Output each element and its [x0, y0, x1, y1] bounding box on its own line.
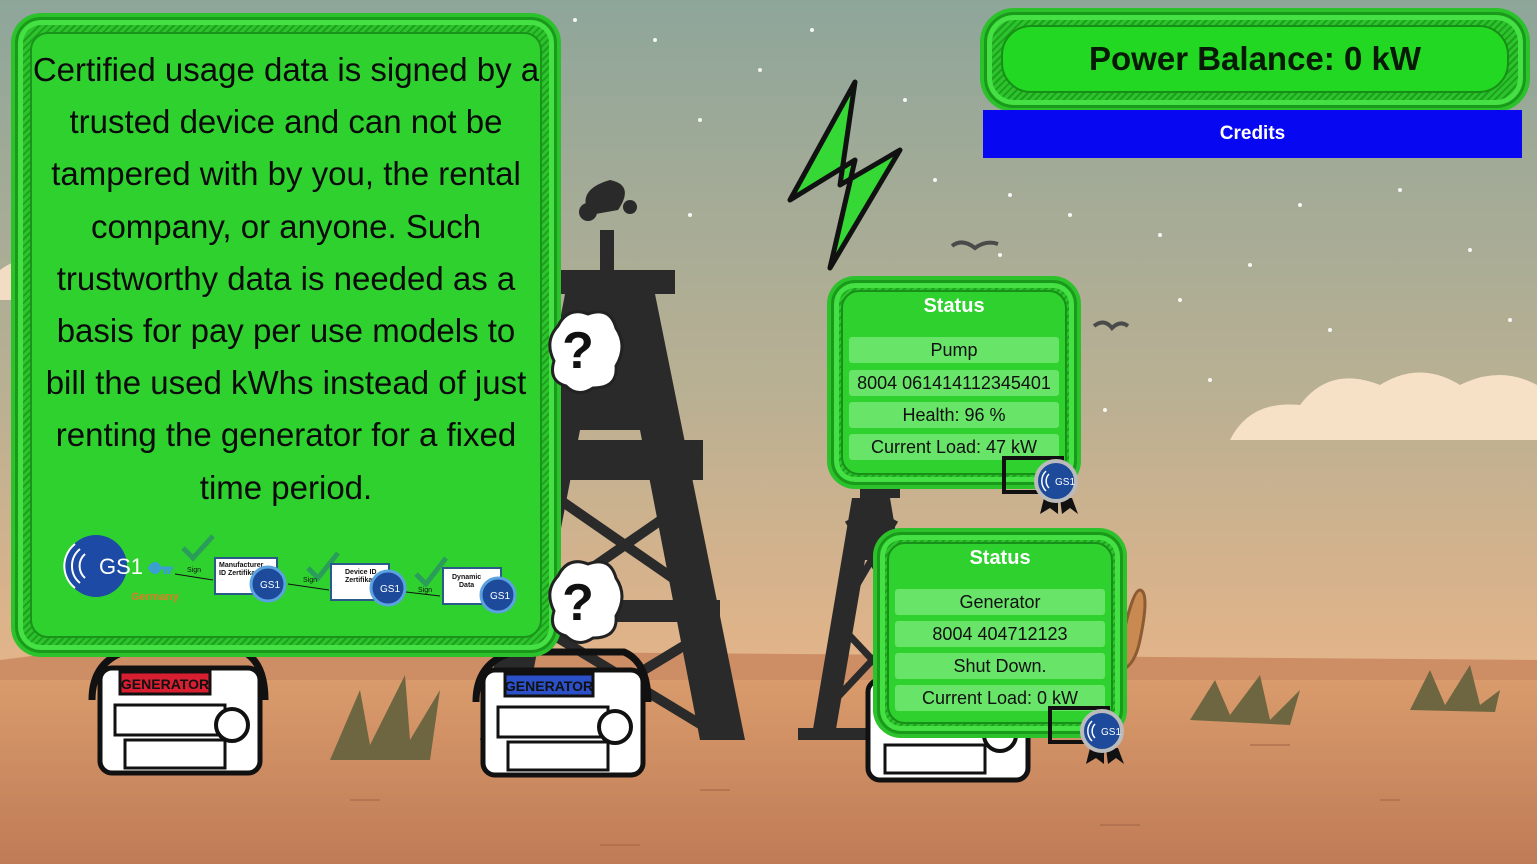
step2-badge-text: GS1	[380, 584, 400, 595]
certificate-badge-icon-generator[interactable]: GS1	[1046, 700, 1128, 766]
info-text: Certified usage data is signed by a trus…	[32, 51, 540, 506]
generator-device-name: Generator	[895, 589, 1105, 615]
generator-left[interactable]: GENERATOR	[88, 646, 269, 776]
generator-label: GENERATOR	[505, 678, 593, 694]
svg-text:?: ?	[562, 574, 594, 632]
sign-label-3: Sign	[418, 587, 432, 594]
generator-status-title: Status	[969, 547, 1031, 569]
step3-line2: Data	[459, 582, 474, 589]
help-question-icon-bottom[interactable]: ?	[548, 556, 624, 648]
generator-state: Shut Down.	[895, 653, 1105, 679]
sign-label-1: Sign	[187, 567, 201, 574]
credits-button[interactable]: Credits	[983, 110, 1522, 158]
help-question-icon-top[interactable]: ?	[548, 306, 624, 398]
step2-line1: Device ID	[345, 569, 377, 576]
power-balance-text: Power Balance: 0 kW	[1089, 40, 1421, 77]
cert-badge-text: GS1	[1101, 727, 1121, 738]
generator-middle[interactable]: GENERATOR	[472, 648, 652, 778]
gs1-sub-text: Germany	[131, 591, 180, 603]
power-balance-panel: Power Balance: 0 kW	[984, 12, 1526, 108]
generator-device-id: 8004 404712123	[895, 621, 1105, 647]
pump-device-name: Pump	[849, 337, 1059, 363]
power-balance-pill: Power Balance: 0 kW	[1001, 25, 1509, 93]
certificate-badge-icon-pump[interactable]: GS1	[1000, 450, 1082, 516]
svg-text:?: ?	[562, 322, 594, 380]
step1-badge-text: GS1	[260, 580, 280, 591]
step3-badge-text: GS1	[490, 591, 510, 602]
cert-badge-text: GS1	[1055, 477, 1075, 488]
info-panel: Certified usage data is signed by a trus…	[15, 17, 557, 653]
generator-label: GENERATOR	[121, 676, 209, 692]
pump-health: Health: 96 %	[849, 402, 1059, 428]
step3-line1: Dynamic	[452, 574, 481, 581]
pump-status-title: Status	[923, 295, 985, 317]
sign-label-2: Sign	[303, 577, 317, 584]
pump-device-id: 8004 061414112345401	[849, 370, 1059, 396]
gs1-logo-text: GS1	[99, 554, 143, 579]
step1-line1: Manufacturer	[219, 562, 264, 569]
gs1-certificate-flow-diagram: GS1 Germany Sign Manufacturer ID Zertifi…	[63, 534, 517, 614]
